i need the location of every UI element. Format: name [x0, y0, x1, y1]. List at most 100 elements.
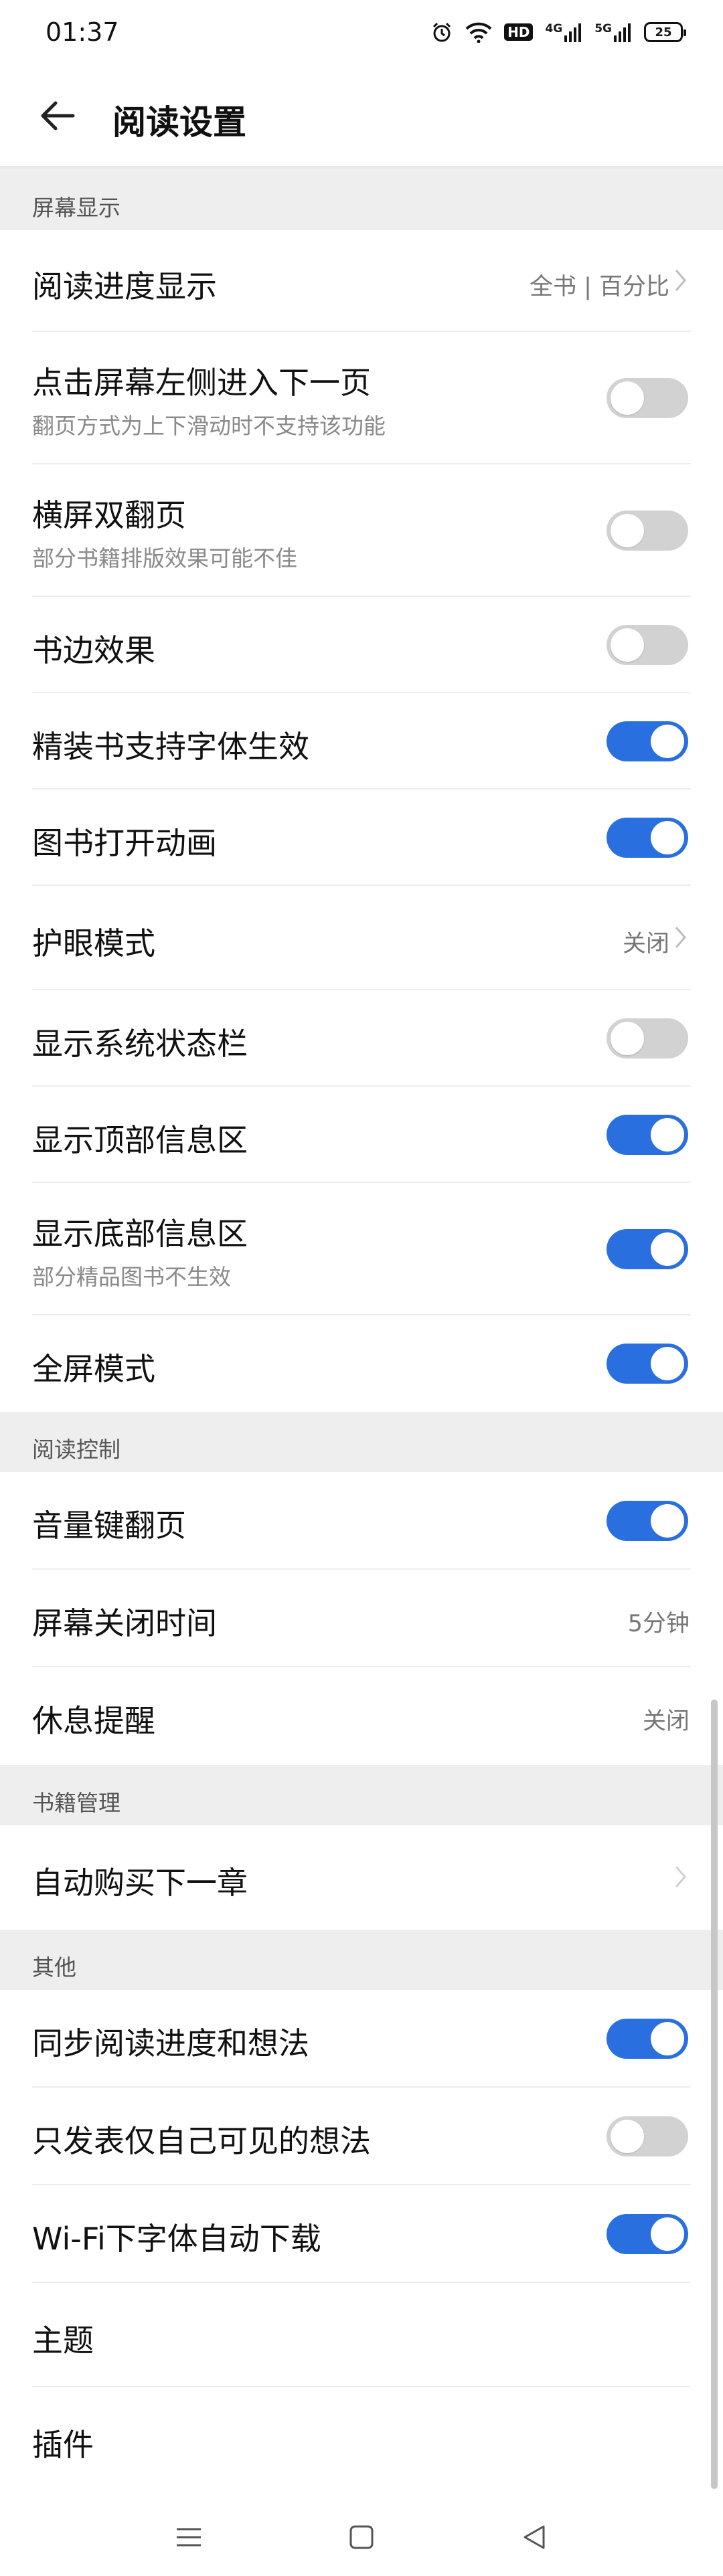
- toggle-knob: [651, 821, 684, 854]
- setting-sync-progress[interactable]: 同步阅读进度和想法: [0, 1990, 723, 2088]
- signal-5g-icon: 5G: [594, 22, 632, 42]
- status-time: 01:37: [46, 17, 119, 47]
- triangle-back-icon: [524, 2525, 545, 2549]
- setting-title: 图书打开动画: [32, 825, 217, 861]
- setting-bottom-info[interactable]: 显示底部信息区 部分精品图书不生效: [0, 1183, 723, 1315]
- hd-badge: HD: [504, 23, 534, 41]
- section-label: 阅读控制: [32, 1437, 120, 1463]
- scrollbar[interactable]: [711, 1699, 718, 2489]
- section-header-reading-control: 阅读控制: [0, 1412, 723, 1472]
- setting-auto-buy[interactable]: 自动购买下一章: [0, 1825, 723, 1930]
- setting-title: 阅读进度显示: [32, 268, 217, 304]
- setting-rest-reminder[interactable]: 休息提醒 关闭: [0, 1667, 723, 1765]
- setting-subtitle: 部分精品图书不生效: [32, 1264, 231, 1290]
- setting-title: 同步阅读进度和想法: [32, 2025, 309, 2061]
- setting-wifi-font-download[interactable]: Wi-Fi下字体自动下载: [0, 2185, 723, 2283]
- section-label: 屏幕显示: [32, 195, 120, 221]
- toggle-switch-off[interactable]: [607, 511, 688, 551]
- setting-landscape-double[interactable]: 横屏双翻页 部分书籍排版效果可能不佳: [0, 464, 723, 597]
- setting-title: 休息提醒: [32, 1703, 155, 1739]
- setting-value: 全书 | 百分比: [529, 274, 669, 300]
- setting-subtitle: 翻页方式为上下滑动时不支持该功能: [32, 413, 386, 439]
- section-header-screen-display: 屏幕显示: [0, 170, 723, 230]
- navigation-bar: [0, 2496, 723, 2576]
- toggle-switch-on[interactable]: [607, 2019, 688, 2059]
- page-title: 阅读设置: [112, 103, 246, 142]
- square-icon: [349, 2525, 374, 2549]
- setting-screen-off-time[interactable]: 屏幕关闭时间 5分钟: [0, 1570, 723, 1667]
- setting-value: 5分钟: [627, 1611, 690, 1637]
- back-arrow-icon: [41, 101, 75, 130]
- toggle-knob: [611, 1022, 644, 1055]
- toggle-knob: [611, 514, 644, 547]
- setting-title: 精装书支持字体生效: [32, 729, 309, 765]
- back-nav-button[interactable]: [507, 2517, 561, 2557]
- chevron-right-icon: [675, 270, 686, 291]
- section-header-other: 其他: [0, 1930, 723, 1990]
- chevron-right-icon: [675, 1866, 686, 1888]
- setting-title: 横屏双翻页: [32, 497, 186, 533]
- setting-title: 点击屏幕左侧进入下一页: [32, 365, 371, 401]
- toggle-switch-on[interactable]: [607, 1501, 688, 1541]
- wifi-icon: [465, 21, 492, 43]
- toggle-switch-on[interactable]: [607, 1344, 688, 1384]
- toggle-switch-off[interactable]: [607, 378, 688, 418]
- setting-title: 屏幕关闭时间: [32, 1605, 217, 1641]
- signal-5g-label: 5G: [594, 22, 612, 35]
- setting-title: 插件: [32, 2427, 94, 2463]
- toggle-switch-on[interactable]: [607, 2214, 688, 2254]
- section-label: 其他: [32, 1954, 76, 1981]
- setting-value: 关闭: [642, 1708, 690, 1735]
- signal-4g-label: 4G: [545, 22, 563, 35]
- signal-4g-icon: 4G: [545, 22, 582, 42]
- toggle-knob: [651, 1347, 684, 1380]
- status-icons: HD 4G 5G 25: [430, 19, 686, 45]
- app-bar: 阅读设置: [0, 64, 723, 167]
- setting-title: 全屏模式: [32, 1351, 155, 1387]
- setting-top-info[interactable]: 显示顶部信息区: [0, 1087, 723, 1183]
- setting-title: Wi-Fi下字体自动下载: [32, 2221, 321, 2257]
- setting-eye-care[interactable]: 护眼模式 关闭: [0, 886, 723, 990]
- setting-system-status-bar[interactable]: 显示系统状态栏: [0, 990, 723, 1087]
- setting-plugins[interactable]: 插件: [0, 2387, 723, 2492]
- setting-theme[interactable]: 主题: [0, 2283, 723, 2387]
- setting-fullscreen[interactable]: 全屏模式: [0, 1315, 723, 1412]
- setting-value: 关闭: [622, 931, 669, 957]
- setting-title: 自动购买下一章: [32, 1865, 248, 1901]
- toggle-switch-off[interactable]: [607, 1018, 688, 1059]
- toggle-switch-on[interactable]: [607, 721, 688, 761]
- setting-private-thoughts[interactable]: 只发表仅自己可见的想法: [0, 2088, 723, 2185]
- toggle-switch-on[interactable]: [607, 1229, 688, 1269]
- toggle-switch-on[interactable]: [607, 1115, 688, 1155]
- setting-fine-font[interactable]: 精装书支持字体生效: [0, 693, 723, 790]
- toggle-knob: [651, 725, 684, 758]
- toggle-switch-off[interactable]: [607, 2116, 688, 2156]
- toggle-switch-off[interactable]: [607, 625, 688, 665]
- alarm-icon: [430, 21, 453, 43]
- setting-subtitle: 部分书籍排版效果可能不佳: [32, 545, 297, 571]
- setting-title: 护眼模式: [32, 925, 155, 961]
- setting-reading-progress[interactable]: 阅读进度显示 全书 | 百分比: [0, 230, 723, 332]
- back-button[interactable]: [27, 92, 87, 140]
- toggle-knob: [611, 381, 644, 415]
- chevron-right-icon: [675, 927, 686, 948]
- setting-open-animation[interactable]: 图书打开动画: [0, 790, 723, 886]
- battery-icon: 25: [644, 22, 686, 42]
- home-button[interactable]: [335, 2517, 388, 2557]
- toggle-switch-on[interactable]: [607, 818, 688, 858]
- setting-title: 只发表仅自己可见的想法: [32, 2123, 371, 2159]
- menu-button[interactable]: [162, 2517, 216, 2557]
- setting-volume-key[interactable]: 音量键翻页: [0, 1472, 723, 1570]
- setting-title: 显示系统状态栏: [32, 1026, 248, 1062]
- setting-book-edge[interactable]: 书边效果: [0, 597, 723, 693]
- setting-title: 显示底部信息区: [32, 1216, 248, 1252]
- status-bar: 01:37 HD 4G 5G 25: [0, 0, 723, 64]
- toggle-knob: [651, 1118, 684, 1152]
- toggle-knob: [651, 1232, 684, 1266]
- setting-title: 显示顶部信息区: [32, 1122, 248, 1158]
- section-header-book-management: 书籍管理: [0, 1765, 723, 1825]
- setting-tap-left[interactable]: 点击屏幕左侧进入下一页 翻页方式为上下滑动时不支持该功能: [0, 332, 723, 464]
- toggle-knob: [651, 2022, 684, 2055]
- section-label: 书籍管理: [32, 1790, 120, 1816]
- menu-icon: [177, 2528, 201, 2547]
